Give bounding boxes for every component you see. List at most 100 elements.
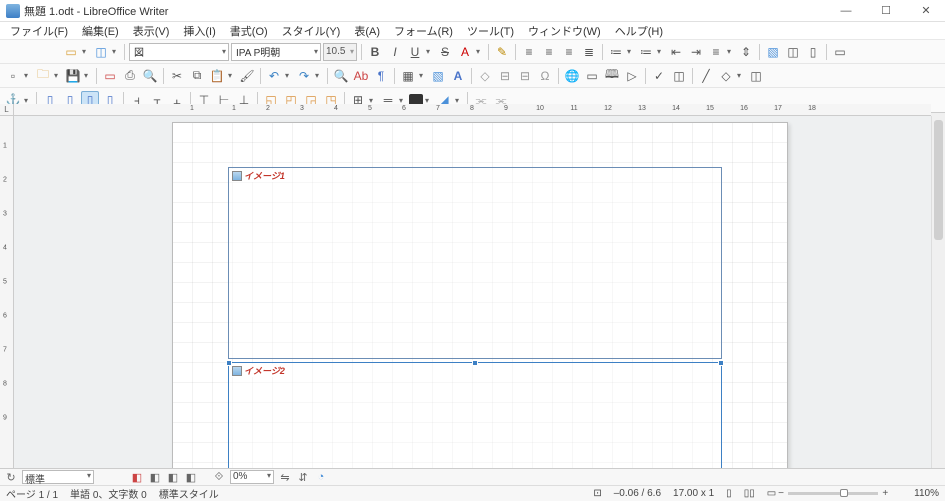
- zoom-slider[interactable]: [788, 492, 878, 495]
- menu-form[interactable]: フォーム(R): [388, 22, 459, 40]
- minimize-button[interactable]: —: [833, 2, 859, 20]
- align-center-icon[interactable]: ≡: [540, 43, 558, 61]
- watermark-icon[interactable]: ◧: [184, 470, 198, 484]
- indent-decrease-icon[interactable]: ⇤: [667, 43, 685, 61]
- line-icon[interactable]: ╱: [697, 67, 715, 85]
- export-pdf-icon[interactable]: ▭: [101, 67, 119, 85]
- status-view-multi-icon[interactable]: ▯▯: [744, 488, 755, 499]
- menu-file[interactable]: ファイル(F): [4, 22, 74, 40]
- highlight-icon[interactable]: ✎: [493, 43, 511, 61]
- new-icon[interactable]: ▫: [4, 67, 22, 85]
- menu-table[interactable]: 表(A): [348, 22, 386, 40]
- maximize-button[interactable]: ☐: [873, 2, 899, 20]
- flip-v-icon[interactable]: ⇵: [296, 470, 310, 484]
- status-view-book-icon[interactable]: ▭: [767, 488, 776, 499]
- dropdown-icon[interactable]: ▾: [285, 71, 293, 80]
- open-folder-icon[interactable]: 🗀: [34, 67, 52, 85]
- resize-handle-ne[interactable]: [718, 360, 724, 366]
- font-color-icon[interactable]: A: [456, 43, 474, 61]
- dropdown-icon[interactable]: ▾: [476, 47, 484, 56]
- insert-image-icon[interactable]: ▧: [764, 43, 782, 61]
- paragraph-style-combo[interactable]: 図: [129, 43, 229, 61]
- ruler-corner[interactable]: L: [0, 104, 14, 116]
- align-justify-icon[interactable]: ≣: [580, 43, 598, 61]
- image-frame-2[interactable]: イメージ2: [228, 362, 722, 468]
- resize-handle-nw[interactable]: [226, 360, 232, 366]
- horizontal-ruler[interactable]: 1123456789101112131415161718: [14, 104, 931, 116]
- status-zoom[interactable]: 110%: [914, 488, 939, 499]
- record-changes-icon[interactable]: ◫: [670, 67, 688, 85]
- image-frame-1[interactable]: イメージ1: [228, 167, 722, 359]
- bookmark-icon[interactable]: 🕮: [603, 67, 621, 85]
- line-spacing-icon[interactable]: ≡: [707, 43, 725, 61]
- dropdown-icon[interactable]: ▾: [24, 71, 32, 80]
- vertical-scrollbar[interactable]: [931, 116, 945, 468]
- update-style-icon[interactable]: ↻: [4, 470, 18, 484]
- resize-handle-n[interactable]: [472, 360, 478, 366]
- insert-table-icon[interactable]: ▦: [399, 67, 417, 85]
- footnote-icon[interactable]: ▭: [583, 67, 601, 85]
- dropdown-icon[interactable]: ▾: [426, 47, 434, 56]
- page[interactable]: イメージ1 イメージ2: [172, 122, 788, 468]
- color-icon[interactable]: ◧: [130, 470, 144, 484]
- pie-icon[interactable]: ◔: [314, 470, 328, 484]
- menu-style[interactable]: スタイル(Y): [276, 22, 347, 40]
- insert-chart-icon[interactable]: ◫: [784, 43, 802, 61]
- hyperlink-icon[interactable]: 🌐: [563, 67, 581, 85]
- dropdown-icon[interactable]: ▾: [657, 47, 665, 56]
- gray-icon[interactable]: ◧: [148, 470, 162, 484]
- dropdown-icon[interactable]: ▾: [627, 47, 635, 56]
- insert-page-icon[interactable]: ▯: [804, 43, 822, 61]
- number-list-icon[interactable]: ≔: [637, 43, 655, 61]
- menu-insert[interactable]: 挿入(I): [177, 22, 221, 40]
- page-break-icon[interactable]: ▭: [831, 43, 849, 61]
- comment-icon[interactable]: ▷: [623, 67, 641, 85]
- align-left-icon[interactable]: ≡: [520, 43, 538, 61]
- italic-icon[interactable]: I: [386, 43, 404, 61]
- print-preview-icon[interactable]: 🔍: [141, 67, 159, 85]
- status-selection-icon[interactable]: ⊡: [593, 488, 601, 499]
- find-icon[interactable]: 🔍: [332, 67, 350, 85]
- scrollbar-thumb[interactable]: [934, 120, 943, 240]
- print-icon[interactable]: ⎙: [121, 67, 139, 85]
- insert-special-icon[interactable]: Ω: [536, 67, 554, 85]
- menu-window[interactable]: ウィンドウ(W): [522, 22, 607, 40]
- paste-icon[interactable]: 📋: [208, 67, 226, 85]
- align-right-icon[interactable]: ≡: [560, 43, 578, 61]
- cut-icon[interactable]: ✂: [168, 67, 186, 85]
- insert-footer-icon[interactable]: ⊟: [516, 67, 534, 85]
- crop-icon[interactable]: ⟐: [212, 470, 226, 484]
- dropdown-icon[interactable]: ▾: [228, 71, 236, 80]
- dropdown-icon[interactable]: ▾: [727, 47, 735, 56]
- track-changes-icon[interactable]: ✓: [650, 67, 668, 85]
- status-view-single-icon[interactable]: ▯: [726, 488, 732, 499]
- dropdown-icon[interactable]: ▾: [315, 71, 323, 80]
- insert-textbox-icon[interactable]: A: [449, 67, 467, 85]
- apply-style-combo[interactable]: 標準: [22, 470, 94, 484]
- dropdown-icon[interactable]: ▾: [54, 71, 62, 80]
- dropdown-icon[interactable]: ▾: [112, 47, 120, 56]
- save-icon[interactable]: 💾: [64, 67, 82, 85]
- transparency-combo[interactable]: 0%: [230, 470, 274, 484]
- menu-help[interactable]: ヘルプ(H): [609, 22, 669, 40]
- menu-format[interactable]: 書式(O): [224, 22, 274, 40]
- flip-h-icon[interactable]: ⇋: [278, 470, 292, 484]
- bullet-list-icon[interactable]: ≔: [607, 43, 625, 61]
- indent-increase-icon[interactable]: ⇥: [687, 43, 705, 61]
- status-style[interactable]: 標準スタイル: [159, 486, 219, 501]
- undo-icon[interactable]: ↶: [265, 67, 283, 85]
- close-button[interactable]: ✕: [913, 2, 939, 20]
- menu-edit[interactable]: 編集(E): [76, 22, 125, 40]
- insert-header-icon[interactable]: ⊟: [496, 67, 514, 85]
- strikethrough-icon[interactable]: S: [436, 43, 454, 61]
- zoom-knob[interactable]: [840, 489, 848, 497]
- font-size-spin[interactable]: 10.5: [323, 43, 357, 61]
- open-icon[interactable]: ▭: [62, 43, 80, 61]
- menu-view[interactable]: 表示(V): [127, 22, 176, 40]
- insert-image2-icon[interactable]: ▧: [429, 67, 447, 85]
- insert-field-icon[interactable]: ◇: [476, 67, 494, 85]
- copy-icon[interactable]: ⧉: [188, 67, 206, 85]
- basic-shapes-icon[interactable]: ◇: [717, 67, 735, 85]
- dropdown-icon[interactable]: ▾: [737, 71, 745, 80]
- menu-tool[interactable]: ツール(T): [461, 22, 520, 40]
